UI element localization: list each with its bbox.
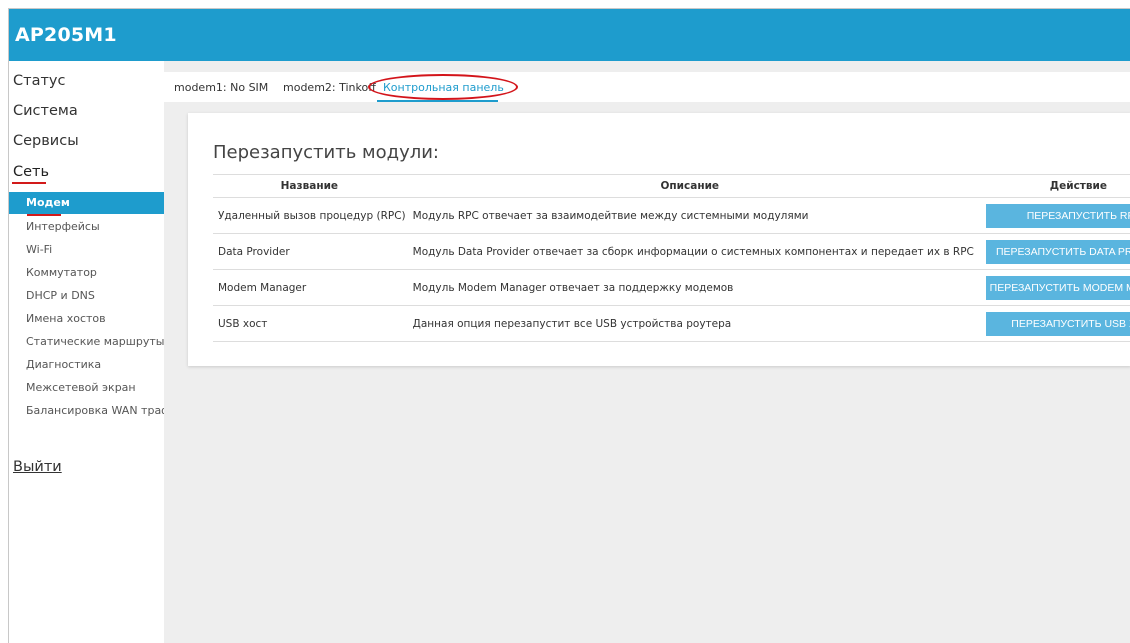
table-row: USB хост Данная опция перезапустит все U… (213, 305, 1130, 342)
table-header-row: Название Описание Действие (213, 174, 1130, 198)
module-description: Модуль RPC отвечает за взаимодейтвие меж… (405, 197, 974, 234)
sidebar-item-modem[interactable]: Модем (9, 192, 164, 214)
tab-modem2[interactable]: modem2: Tinkoff (283, 81, 376, 94)
sidebar-item-firewall[interactable]: Межсетевой экран (9, 377, 164, 399)
module-description: Данная опция перезапустит все USB устрой… (405, 305, 974, 342)
module-name: Удаленный вызов процедур (RPC) (213, 197, 406, 234)
module-description: Модуль Modem Manager отвечает за поддерж… (405, 269, 974, 306)
active-tab-indicator (377, 100, 498, 102)
sidebar-item-diagnostics[interactable]: Диагностика (9, 354, 164, 376)
restart-rpc-button[interactable]: ПЕРЕЗАПУСТИТЬ RPC (985, 203, 1130, 228)
action-cell: ПЕРЕЗАПУСТИТЬ MODEM MANAGER (973, 269, 1130, 306)
tab-modem1[interactable]: modem1: No SIM (174, 81, 268, 94)
panel-title: Перезапустить модули: (213, 142, 439, 163)
module-name: Data Provider (213, 233, 406, 270)
module-name: USB хост (213, 305, 406, 342)
module-description: Модуль Data Provider отвечает за сборк и… (405, 233, 974, 270)
module-name: Modem Manager (213, 269, 406, 306)
highlight-ellipse (368, 74, 518, 100)
tab-bar: modem1: No SIM modem2: Tinkoff Контрольн… (164, 72, 1130, 102)
sidebar-item-wan-balancing[interactable]: Балансировка WAN трафик (9, 400, 164, 422)
sidebar-item-hostnames[interactable]: Имена хостов (9, 308, 164, 330)
restart-usb-host-button[interactable]: ПЕРЕЗАПУСТИТЬ USB ХОСТ (985, 311, 1130, 336)
sidebar-item-dhcp-dns[interactable]: DHCP и DNS (9, 285, 164, 307)
restart-modem-manager-button[interactable]: ПЕРЕЗАПУСТИТЬ MODEM MANAGER (985, 275, 1130, 300)
sidebar-item-interfaces[interactable]: Интерфейсы (9, 216, 164, 238)
nav-status[interactable]: Статус (13, 73, 65, 89)
sidebar-item-wifi[interactable]: Wi-Fi (9, 239, 164, 261)
column-header-name: Название (213, 174, 406, 198)
restart-modules-panel: Перезапустить модули: Название Описание … (188, 113, 1130, 366)
action-cell: ПЕРЕЗАПУСТИТЬ RPC (973, 197, 1130, 234)
app-title: AP205M1 (15, 24, 117, 46)
sidebar-item-static-routes[interactable]: Статические маршруты (9, 331, 164, 353)
table-row: Удаленный вызов процедур (RPC) Модуль RP… (213, 197, 1130, 234)
restart-data-provider-button[interactable]: ПЕРЕЗАПУСТИТЬ DATA PROVIDER (985, 239, 1130, 264)
action-cell: ПЕРЕЗАПУСТИТЬ DATA PROVIDER (973, 233, 1130, 270)
logout-link[interactable]: Выйти (13, 459, 62, 475)
nav-services[interactable]: Сервисы (13, 133, 79, 149)
nav-network[interactable]: Сеть (13, 164, 49, 180)
network-red-underline (12, 182, 46, 184)
column-header-action: Действие (973, 174, 1130, 198)
modules-table: Название Описание Действие Удаленный выз… (213, 174, 1130, 342)
main-content: modem1: No SIM modem2: Tinkoff Контрольн… (164, 61, 1130, 643)
header-bar: AP205M1 (9, 9, 1130, 61)
action-cell: ПЕРЕЗАПУСТИТЬ USB ХОСТ (973, 305, 1130, 342)
column-header-description: Описание (405, 174, 974, 198)
table-row: Data Provider Модуль Data Provider отвеч… (213, 233, 1130, 270)
nav-system[interactable]: Система (13, 103, 78, 119)
sidebar: Статус Система Сервисы Сеть Модем Интерф… (9, 61, 164, 643)
app-window: AP205M1 Статус Система Сервисы Сеть Моде… (8, 8, 1130, 643)
table-row: Modem Manager Модуль Modem Manager отвеч… (213, 269, 1130, 306)
sidebar-item-switch[interactable]: Коммутатор (9, 262, 164, 284)
